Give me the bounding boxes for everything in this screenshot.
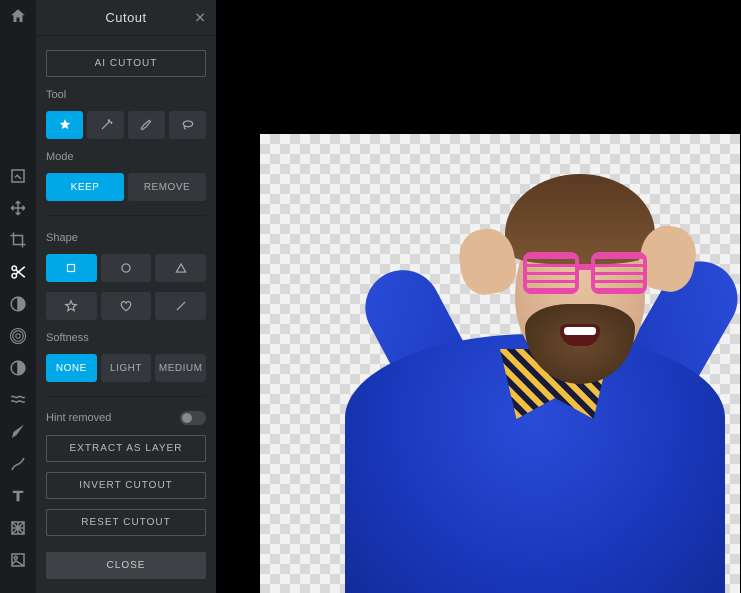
shape-label: Shape xyxy=(46,232,206,244)
element-tool-icon[interactable] xyxy=(6,548,30,572)
pattern-tool-icon[interactable] xyxy=(6,516,30,540)
left-toolbar xyxy=(0,0,36,593)
invert-cutout-button[interactable]: INVERT CUTOUT xyxy=(46,472,206,499)
draw-tool-icon[interactable] xyxy=(6,452,30,476)
tool-brush[interactable] xyxy=(128,111,165,139)
tool-lasso[interactable] xyxy=(169,111,206,139)
contrast-tool-icon[interactable] xyxy=(6,356,30,380)
shape-line[interactable] xyxy=(155,292,206,320)
hint-removed-toggle[interactable] xyxy=(180,411,206,425)
close-button[interactable]: CLOSE xyxy=(46,552,206,579)
move-tool-icon[interactable] xyxy=(6,196,30,220)
tool-wand[interactable] xyxy=(87,111,124,139)
retouch-tool-icon[interactable] xyxy=(6,420,30,444)
panel-title: Cutout xyxy=(105,10,146,25)
liquify-tool-icon[interactable] xyxy=(6,388,30,412)
shape-star[interactable] xyxy=(46,292,97,320)
shape-square[interactable] xyxy=(46,254,97,282)
shape-heart[interactable] xyxy=(101,292,152,320)
mode-keep-button[interactable]: KEEP xyxy=(46,173,124,201)
home-icon[interactable] xyxy=(6,4,30,28)
cutout-subject xyxy=(315,134,740,593)
extract-as-layer-button[interactable]: EXTRACT AS LAYER xyxy=(46,435,206,462)
crop-tool-icon[interactable] xyxy=(6,228,30,252)
image-tool-icon[interactable] xyxy=(6,164,30,188)
softness-none-button[interactable]: NONE xyxy=(46,354,97,382)
adjust-tool-icon[interactable] xyxy=(6,292,30,316)
panel-header: Cutout ✕ xyxy=(36,0,216,36)
cutout-tool-icon[interactable] xyxy=(6,260,30,284)
shape-triangle[interactable] xyxy=(155,254,206,282)
canvas[interactable] xyxy=(260,134,740,593)
softness-light-button[interactable]: LIGHT xyxy=(101,354,152,382)
tool-label: Tool xyxy=(46,89,206,101)
text-tool-icon[interactable] xyxy=(6,484,30,508)
softness-medium-button[interactable]: MEDIUM xyxy=(155,354,206,382)
canvas-area xyxy=(216,0,741,593)
hint-removed-label: Hint removed xyxy=(46,412,111,424)
mode-remove-button[interactable]: REMOVE xyxy=(128,173,206,201)
softness-label: Softness xyxy=(46,332,206,344)
mode-label: Mode xyxy=(46,151,206,163)
filter-tool-icon[interactable] xyxy=(6,324,30,348)
cutout-panel: Cutout ✕ AI CUTOUT Tool Mode xyxy=(36,0,216,593)
tool-magic[interactable] xyxy=(46,111,83,139)
shape-circle[interactable] xyxy=(101,254,152,282)
reset-cutout-button[interactable]: RESET CUTOUT xyxy=(46,509,206,536)
ai-cutout-button[interactable]: AI CUTOUT xyxy=(46,50,206,77)
close-icon[interactable]: ✕ xyxy=(194,9,206,26)
